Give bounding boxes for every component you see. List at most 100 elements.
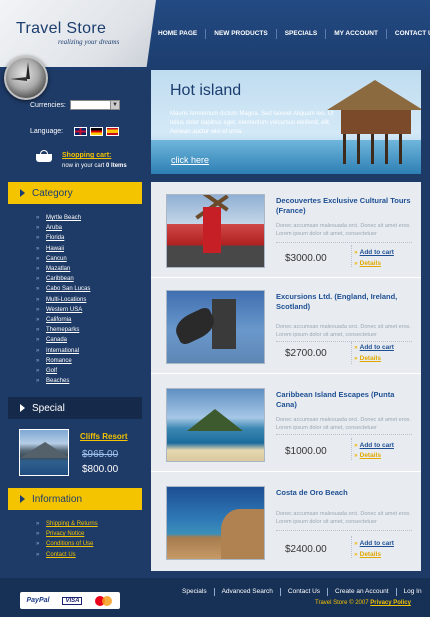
english-flag-icon[interactable] xyxy=(74,127,87,136)
details-link[interactable]: » Details xyxy=(354,355,381,362)
details-link[interactable]: » Details xyxy=(354,452,381,459)
shopping-cart-link[interactable]: Shopping cart: xyxy=(62,152,111,159)
arrow-right-icon: » xyxy=(354,344,358,351)
footer-link-advanced-search[interactable]: Advanced Search xyxy=(213,588,280,596)
hot-island-banner[interactable]: Hot island Mauris fermentum dictum Magna… xyxy=(151,70,421,174)
category-link-label[interactable]: International xyxy=(46,346,79,356)
cart-count: 0 xyxy=(106,163,110,169)
nav-home-page[interactable]: HOME PAGE xyxy=(150,29,205,39)
add-to-cart-label: Add to cart xyxy=(359,540,394,547)
information-link-label[interactable]: Conditions of Use xyxy=(46,539,93,549)
details-label: Details xyxy=(359,452,381,459)
category-link[interactable]: » Florida xyxy=(36,233,90,243)
category-link[interactable]: » Multi-Locations xyxy=(36,295,90,305)
category-link-label[interactable]: Canada xyxy=(46,335,67,345)
information-link-label[interactable]: Contact Us xyxy=(46,550,76,560)
product-name[interactable]: Costa de Oro Beach xyxy=(276,488,416,498)
footer-link-contact-us[interactable]: Contact Us xyxy=(279,588,327,596)
product-description: Donec accumsan malesuada orci. Donec sit… xyxy=(276,223,411,237)
nav-contact-us[interactable]: CONTACT US xyxy=(385,29,430,39)
category-link-label[interactable]: California xyxy=(46,315,71,325)
privacy-policy-link[interactable]: Privacy Policy xyxy=(370,600,411,606)
category-link[interactable]: » Romance xyxy=(36,356,90,366)
add-to-cart-link[interactable]: » Add to cart xyxy=(354,442,394,449)
category-link[interactable]: » Western USA xyxy=(36,305,90,315)
chevron-right-icon: » xyxy=(36,357,40,364)
product-description: Donec accumsan malesuada orci. Donec sit… xyxy=(276,324,411,338)
category-link[interactable]: » Caribbean xyxy=(36,274,90,284)
product-item: Caribbean Island Escapes (Punta Cana) Do… xyxy=(151,376,421,472)
category-link-label[interactable]: Beaches xyxy=(46,376,69,386)
product-name[interactable]: Caribbean Island Escapes (Punta Cana) xyxy=(276,390,416,410)
divider xyxy=(351,438,352,460)
category-link-label[interactable]: Florida xyxy=(46,233,64,243)
banner-click-here-link[interactable]: click here xyxy=(171,155,209,165)
category-link-label[interactable]: Myrtle Beach xyxy=(46,213,81,223)
category-list: » Myrtle Beach » Aruba » Florida » Hawaii » Cancu… xyxy=(36,213,90,386)
logo-title[interactable]: Travel Store xyxy=(16,20,106,38)
spanish-flag-icon[interactable] xyxy=(106,127,119,136)
information-link[interactable]: » Shipping & Returns xyxy=(36,519,98,529)
product-price: $3000.00 xyxy=(285,253,327,264)
footer-link-specials[interactable]: Specials xyxy=(175,588,214,596)
product-name[interactable]: Excursions Ltd. (England, Ireland, Scotl… xyxy=(276,292,416,312)
category-link[interactable]: » Golf xyxy=(36,366,90,376)
category-link[interactable]: » Myrtle Beach xyxy=(36,213,90,223)
special-product-name[interactable]: Cliffs Resort xyxy=(80,432,128,441)
product-name[interactable]: Decouvertes Exclusive Cultural Tours (Fr… xyxy=(276,196,416,216)
information-link[interactable]: » Conditions of Use xyxy=(36,539,98,549)
category-link-label[interactable]: Aruba xyxy=(46,223,62,233)
nav-my-account[interactable]: MY ACCOUNT xyxy=(325,29,386,39)
special-product-image[interactable] xyxy=(19,429,69,476)
category-link[interactable]: » Hawaii xyxy=(36,244,90,254)
shopping-cart-icon[interactable] xyxy=(36,150,52,162)
product-item: Excursions Ltd. (England, Ireland, Scotl… xyxy=(151,278,421,374)
information-link[interactable]: » Privacy Notice xyxy=(36,529,98,539)
category-link-label[interactable]: Multi-Locations xyxy=(46,295,86,305)
add-to-cart-link[interactable]: » Add to cart xyxy=(354,540,394,547)
category-link[interactable]: » California xyxy=(36,315,90,325)
category-link-label[interactable]: Caribbean xyxy=(46,274,74,284)
category-link-label[interactable]: Hawaii xyxy=(46,244,64,254)
category-title: Category xyxy=(32,187,73,199)
category-link[interactable]: » Canada xyxy=(36,335,90,345)
information-link-label[interactable]: Privacy Notice xyxy=(46,529,84,539)
category-link[interactable]: » Cancun xyxy=(36,254,90,264)
footer-link-log-in[interactable]: Log In xyxy=(395,588,429,596)
add-to-cart-label: Add to cart xyxy=(359,442,394,449)
category-link[interactable]: » Aruba xyxy=(36,223,90,233)
category-link-label[interactable]: Golf xyxy=(46,366,57,376)
details-link[interactable]: » Details xyxy=(354,551,381,558)
add-to-cart-link[interactable]: » Add to cart xyxy=(354,249,394,256)
german-flag-icon[interactable] xyxy=(90,127,103,136)
chevron-right-icon: » xyxy=(36,541,40,548)
visa-logo: VISA xyxy=(62,596,83,605)
currency-select[interactable]: ▼ xyxy=(70,100,120,110)
category-link[interactable]: » International xyxy=(36,346,90,356)
information-link-label[interactable]: Shipping & Returns xyxy=(46,519,98,529)
nav-new-products[interactable]: NEW PRODUCTS xyxy=(205,29,275,39)
category-link-label[interactable]: Cancun xyxy=(46,254,67,264)
category-link-label[interactable]: Western USA xyxy=(46,305,82,315)
chevron-down-icon[interactable]: ▼ xyxy=(110,101,119,109)
product-price: $2700.00 xyxy=(285,348,327,359)
category-link-label[interactable]: Romance xyxy=(46,356,72,366)
divider xyxy=(351,342,352,364)
footer-link-create-account[interactable]: Create an Account xyxy=(327,588,395,596)
category-link-label[interactable]: Cabo San Lucas xyxy=(46,284,90,294)
nav-specials[interactable]: SPECIALS xyxy=(275,29,326,39)
product-list: Decouvertes Exclusive Cultural Tours (Fr… xyxy=(151,182,421,571)
product-image[interactable] xyxy=(166,486,265,560)
information-link[interactable]: » Contact Us xyxy=(36,550,98,560)
category-link-label[interactable]: Mazatlan xyxy=(46,264,70,274)
category-link[interactable]: » Themeparks xyxy=(36,325,90,335)
category-link-label[interactable]: Themeparks xyxy=(46,325,79,335)
details-link[interactable]: » Details xyxy=(354,260,381,267)
product-image[interactable] xyxy=(166,194,265,268)
category-link[interactable]: » Cabo San Lucas xyxy=(36,284,90,294)
product-image[interactable] xyxy=(166,388,265,462)
category-link[interactable]: » Mazatlan xyxy=(36,264,90,274)
add-to-cart-link[interactable]: » Add to cart xyxy=(354,344,394,351)
product-image[interactable] xyxy=(166,290,265,364)
category-link[interactable]: » Beaches xyxy=(36,376,90,386)
